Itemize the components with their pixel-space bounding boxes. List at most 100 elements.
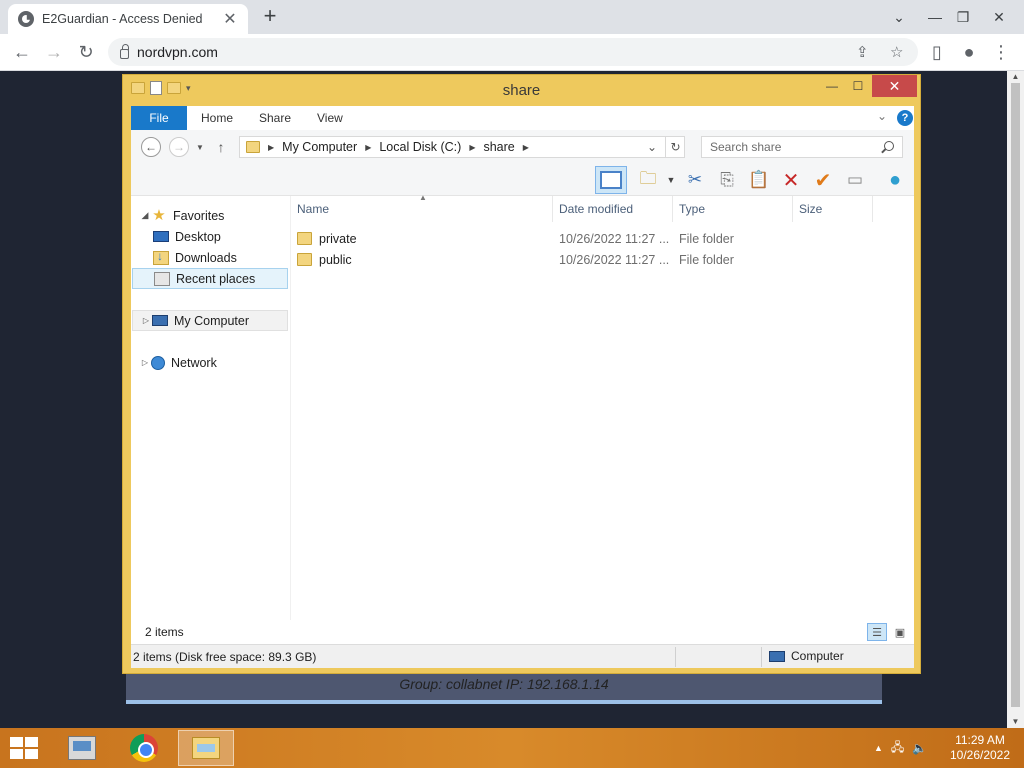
minimize-button[interactable]: — <box>920 0 950 34</box>
tab-share[interactable]: Share <box>259 106 291 130</box>
file-explorer-taskbar-icon[interactable] <box>178 730 234 766</box>
explorer-minimize-button[interactable]: — <box>819 75 845 97</box>
details-view-icon[interactable]: ☰ <box>867 623 887 641</box>
volume-icon[interactable]: 🔈 <box>912 741 927 755</box>
scroll-up-icon[interactable]: ▲ <box>1007 71 1024 83</box>
tab-close-icon[interactable]: ✕ <box>222 9 238 29</box>
reload-button[interactable]: ↻ <box>73 39 99 65</box>
more-options-icon[interactable]: ▼ <box>659 168 683 192</box>
server-manager-taskbar-icon[interactable] <box>54 730 110 766</box>
breadcrumb-separator-icon[interactable]: ▶ <box>365 143 371 152</box>
cut-icon[interactable]: ✂ <box>683 168 707 192</box>
tab-home[interactable]: Home <box>201 106 233 130</box>
expand-arrow-icon[interactable]: ▷ <box>139 358 151 367</box>
show-hidden-icons-icon[interactable]: ▲ <box>874 743 883 753</box>
explorer-titlebar[interactable]: ▾ share — ☐ ✕ <box>123 75 920 105</box>
breadcrumb-separator-icon[interactable]: ▶ <box>268 143 274 152</box>
globe-network-icon[interactable]: ● <box>883 168 907 192</box>
breadcrumb-separator-icon[interactable]: ▶ <box>523 143 529 152</box>
file-name: public <box>319 253 352 267</box>
status-location-label: Computer <box>791 649 844 663</box>
taskbar: ▲ 🖧 🔈 11:29 AM 10/26/2022 <box>0 728 1024 768</box>
page-scrollbar[interactable]: ▲ ▼ <box>1007 71 1024 728</box>
close-button[interactable]: ✕ <box>984 0 1014 34</box>
side-panel-icon[interactable]: ▯ <box>924 39 950 65</box>
nav-favorites[interactable]: ◢ ★ Favorites <box>131 205 291 226</box>
collapse-arrow-icon[interactable]: ◢ <box>139 210 151 221</box>
breadcrumb-my-computer[interactable]: My Computer <box>282 140 357 154</box>
lock-icon[interactable] <box>120 44 129 59</box>
status-bar: 2 items (Disk free space: 89.3 GB) Compu… <box>131 644 914 668</box>
downloads-icon <box>153 249 169 265</box>
forward-arrow-icon[interactable]: → <box>169 137 189 157</box>
nav-network[interactable]: ▷ Network <box>131 352 291 373</box>
network-tray-icon[interactable]: 🖧 <box>891 738 904 759</box>
large-icons-view-icon[interactable]: ▣ <box>890 623 910 641</box>
column-type[interactable]: Type <box>673 196 793 222</box>
nav-label: Network <box>171 355 217 370</box>
paste-icon[interactable]: 📋 <box>747 168 771 192</box>
properties-folder-icon[interactable]: 🗀 <box>636 168 660 192</box>
nav-recent-places[interactable]: Recent places <box>132 268 288 289</box>
tab-view[interactable]: View <box>317 106 343 130</box>
table-row[interactable]: public 10/26/2022 11:27 ... File folder <box>291 250 914 271</box>
breadcrumb-local-disk[interactable]: Local Disk (C:) <box>379 140 461 154</box>
column-label: Date modified <box>559 202 634 216</box>
item-count: 2 items <box>145 625 184 639</box>
chrome-icon <box>130 734 158 762</box>
back-arrow-icon[interactable]: ← <box>141 137 161 157</box>
search-placeholder: Search share <box>710 140 782 154</box>
share-icon[interactable]: ⇪ <box>856 38 869 66</box>
chrome-taskbar-icon[interactable] <box>116 730 172 766</box>
column-label: Type <box>679 202 706 216</box>
table-row[interactable]: private 10/26/2022 11:27 ... File folder <box>291 229 914 250</box>
file-explorer-icon <box>192 737 220 759</box>
windows-start-icon[interactable] <box>10 737 38 759</box>
delete-icon[interactable]: ✕ <box>779 168 803 192</box>
checkmark-icon[interactable]: ✔ <box>811 168 835 192</box>
nav-downloads[interactable]: Downloads <box>131 247 291 268</box>
search-icon[interactable] <box>884 141 894 151</box>
tab-file[interactable]: File <box>131 106 187 130</box>
ribbon-expand-icon[interactable]: ⌄ <box>877 109 887 123</box>
restore-button[interactable]: ❐ <box>948 0 978 34</box>
copy-icon[interactable]: ⎘ <box>715 168 739 192</box>
column-date-modified[interactable]: Date modified <box>553 196 673 222</box>
nav-label: Favorites <box>173 208 225 223</box>
taskbar-clock[interactable]: 11:29 AM 10/26/2022 <box>946 733 1014 763</box>
url-text: nordvpn.com <box>137 44 218 60</box>
forward-button[interactable]: → <box>41 39 67 65</box>
file-type: File folder <box>679 232 734 246</box>
expand-arrow-icon[interactable]: ▷ <box>140 316 152 325</box>
column-size[interactable]: Size <box>793 196 873 222</box>
tab-strip: E2Guardian - Access Denied ✕ + ⌄ — ❐ ✕ <box>0 0 1024 34</box>
address-bar[interactable]: nordvpn.com ⇪ ☆ <box>108 38 918 66</box>
recent-locations-icon[interactable]: ▼ <box>193 136 207 158</box>
refresh-icon[interactable]: ↻ <box>665 136 685 158</box>
column-name[interactable]: ▲ Name <box>291 193 553 222</box>
bookmark-star-icon[interactable]: ☆ <box>890 38 903 66</box>
breadcrumb-share[interactable]: share <box>483 140 514 154</box>
profile-avatar[interactable]: ● <box>956 39 982 65</box>
explorer-address-bar[interactable]: ▶ My Computer ▶ Local Disk (C:) ▶ share … <box>239 136 685 158</box>
new-tab-button[interactable]: + <box>258 4 282 30</box>
nav-my-computer[interactable]: ▷ My Computer <box>132 310 288 331</box>
ribbon-tabs: File Home Share View ⌄ ? <box>131 106 914 130</box>
preview-pane-icon[interactable] <box>595 166 627 194</box>
scroll-down-icon[interactable]: ▼ <box>1007 716 1024 728</box>
menu-icon[interactable]: ⋮ <box>988 39 1014 65</box>
rename-icon[interactable]: ▭ <box>843 168 867 192</box>
nav-label: Downloads <box>175 250 237 265</box>
scroll-thumb[interactable] <box>1011 83 1020 707</box>
breadcrumb-separator-icon[interactable]: ▶ <box>469 143 475 152</box>
address-dropdown-icon[interactable]: ⌄ <box>641 136 663 158</box>
search-input[interactable]: Search share <box>701 136 903 158</box>
help-icon[interactable]: ? <box>897 110 913 126</box>
browser-tab[interactable]: E2Guardian - Access Denied ✕ <box>8 4 248 34</box>
explorer-maximize-button[interactable]: ☐ <box>845 75 871 97</box>
back-button[interactable]: ← <box>9 39 35 65</box>
up-arrow-icon[interactable]: ↑ <box>213 136 229 158</box>
explorer-close-button[interactable]: ✕ <box>872 75 917 97</box>
nav-desktop[interactable]: Desktop <box>131 226 291 247</box>
tab-search-icon[interactable]: ⌄ <box>884 0 914 34</box>
